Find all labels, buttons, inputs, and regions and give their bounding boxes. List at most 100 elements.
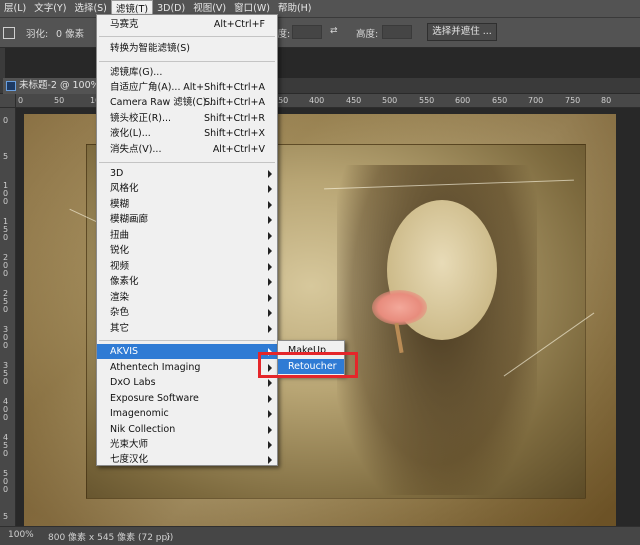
menu-item-label: AKVIS — [110, 346, 139, 357]
menu-item-label: Exposure Software — [110, 393, 199, 404]
menu-item-athentech[interactable]: Athentech Imaging — [97, 360, 277, 375]
menu-item-label: 镜头校正(R)... — [110, 113, 172, 124]
menu-item-distort[interactable]: 扭曲 — [97, 228, 277, 243]
menu-item-shortcut: Shift+Ctrl+X — [204, 128, 265, 139]
submenu-arrow-icon — [268, 325, 272, 333]
document-info: 800 像素 x 545 像素 (72 ppi) — [48, 533, 174, 543]
select-and-mask-button[interactable]: 选择并遮住 ... — [427, 23, 497, 41]
width-input[interactable] — [292, 25, 322, 39]
menu-item-label: 锐化 — [110, 245, 130, 256]
ruler-tick: 650 — [492, 96, 508, 105]
ruler-tick: 500 — [382, 96, 398, 105]
menu-separator — [99, 61, 275, 62]
ruler-tick: 5 — [3, 152, 9, 161]
submenu-arrow-icon — [268, 232, 272, 240]
ruler-tick: 450 — [346, 96, 362, 105]
menu-item-sharpen[interactable]: 锐化 — [97, 243, 277, 258]
menu-item-pixelate[interactable]: 像素化 — [97, 274, 277, 289]
menu-item-camera-raw[interactable]: Camera Raw 滤镜(C)... Shift+Ctrl+A — [97, 95, 277, 110]
menu-item-label: DxO Labs — [110, 377, 156, 388]
menu-item-dxo-labs[interactable]: DxO Labs — [97, 375, 277, 390]
ruler-tick: 600 — [455, 96, 471, 105]
ruler-tick: 50 — [54, 96, 65, 105]
zoom-level[interactable]: 100% — [8, 530, 34, 540]
submenu-arrow-icon — [268, 441, 272, 449]
menu-item-label: 模糊 — [110, 199, 130, 210]
ruler-tick: 2 5 0 — [3, 289, 9, 314]
menu-item-noise[interactable]: 杂色 — [97, 305, 277, 320]
ruler-tick: 700 — [528, 96, 544, 105]
ruler-origin[interactable] — [0, 94, 16, 108]
menu-item-label: 风格化 — [110, 183, 139, 194]
menu-item-label: 马赛克 — [110, 19, 139, 30]
menu-item-imagenomic[interactable]: Imagenomic — [97, 406, 277, 421]
menu-separator — [99, 36, 275, 37]
ruler-tick: 2 0 0 — [3, 253, 9, 278]
menu-separator — [99, 162, 275, 163]
menu-item-exposure-software[interactable]: Exposure Software — [97, 391, 277, 406]
menu-item-label: 液化(L)... — [110, 128, 151, 139]
menu-item-stylize[interactable]: 风格化 — [97, 181, 277, 196]
ps-file-icon — [6, 81, 16, 91]
menu-item-adaptive-wide-angle[interactable]: 自适应广角(A)... Alt+Shift+Ctrl+A — [97, 80, 277, 95]
menu-item-liquify[interactable]: 液化(L)... Shift+Ctrl+X — [97, 126, 277, 141]
menu-item-label: 七度汉化 — [110, 454, 149, 465]
menu-item-mosaic[interactable]: 马赛克 Alt+Ctrl+F — [97, 17, 277, 32]
menu-item-qidu-localization[interactable]: 七度汉化 — [97, 452, 277, 467]
feather-input[interactable]: 0 像素 — [56, 26, 84, 40]
ruler-tick: 400 — [309, 96, 325, 105]
menu-item-label: 消失点(V)... — [110, 144, 162, 155]
ruler-tick: 0 — [3, 116, 9, 125]
menu-item-beam-master[interactable]: 光束大师 — [97, 437, 277, 452]
menu-item-3d[interactable]: 3D — [97, 166, 277, 181]
submenu-arrow-icon — [268, 278, 272, 286]
swap-icon[interactable]: ⇄ — [330, 26, 338, 36]
menu-item-video[interactable]: 视频 — [97, 259, 277, 274]
menu-item-blur[interactable]: 模糊 — [97, 197, 277, 212]
submenu-arrow-icon — [268, 456, 272, 464]
menu-layer[interactable]: 层(L) — [0, 0, 30, 18]
ruler-tick: 3 0 0 — [3, 325, 9, 350]
ruler-tick: 80 — [601, 96, 612, 105]
menu-item-nik-collection[interactable]: Nik Collection — [97, 422, 277, 437]
submenu-arrow-icon — [268, 379, 272, 387]
menu-item-other[interactable]: 其它 — [97, 321, 277, 336]
submenu-arrow-icon — [268, 263, 272, 271]
menu-item-render[interactable]: 渲染 — [97, 290, 277, 305]
submenu-arrow-icon — [268, 410, 272, 418]
ruler-tick: 5 — [3, 512, 9, 521]
menu-item-label: 光束大师 — [110, 439, 149, 450]
status-bar: 100% 800 像素 x 545 像素 (72 ppi) 〉 — [0, 526, 640, 545]
menu-type[interactable]: 文字(Y) — [30, 0, 70, 18]
menu-item-shortcut: Shift+Ctrl+R — [203, 113, 265, 124]
height-label: 高度: — [356, 29, 379, 40]
status-menu-arrow[interactable]: 〉 — [166, 530, 175, 543]
ruler-tick: 750 — [565, 96, 581, 105]
height-input[interactable] — [382, 25, 412, 39]
selection-mode-icon[interactable] — [3, 27, 15, 39]
feather-label: 羽化: — [26, 29, 49, 40]
menu-item-lens-correction[interactable]: 镜头校正(R)... Shift+Ctrl+R — [97, 111, 277, 126]
submenu-arrow-icon — [268, 201, 272, 209]
menu-item-vanishing-point[interactable]: 消失点(V)... Alt+Ctrl+V — [97, 142, 277, 157]
ruler-tick: 0 — [18, 96, 24, 105]
menu-item-label: Nik Collection — [110, 424, 176, 435]
menu-item-label: Camera Raw 滤镜(C)... — [110, 97, 216, 108]
menu-item-shortcut: Alt+Shift+Ctrl+A — [183, 82, 265, 93]
menu-item-shortcut: Shift+Ctrl+A — [204, 97, 265, 108]
filter-menu: 马赛克 Alt+Ctrl+F 转换为智能滤镜(S) 滤镜库(G)... 自适应广… — [96, 14, 278, 466]
ruler-tick: 1 0 0 — [3, 181, 9, 206]
ruler-tick: 4 5 0 — [3, 433, 9, 458]
ruler-tick: 4 0 0 — [3, 397, 9, 422]
menu-item-label: 转换为智能滤镜(S) — [110, 43, 190, 54]
menu-item-label: 视频 — [110, 261, 130, 272]
menu-item-filter-gallery[interactable]: 滤镜库(G)... — [97, 65, 277, 80]
menu-item-convert-smart-filter[interactable]: 转换为智能滤镜(S) — [97, 41, 277, 56]
vertical-ruler[interactable]: 0 5 1 0 0 1 5 0 2 0 0 2 5 0 3 0 0 3 5 0 … — [0, 108, 16, 526]
annotation-highlight-box — [258, 352, 358, 378]
menu-item-label: 渲染 — [110, 292, 130, 303]
menu-item-akvis[interactable]: AKVIS — [97, 344, 277, 359]
menu-item-blur-gallery[interactable]: 模糊画廊 — [97, 212, 277, 227]
menu-help[interactable]: 帮助(H) — [274, 0, 316, 18]
menu-item-label: 像素化 — [110, 276, 139, 287]
